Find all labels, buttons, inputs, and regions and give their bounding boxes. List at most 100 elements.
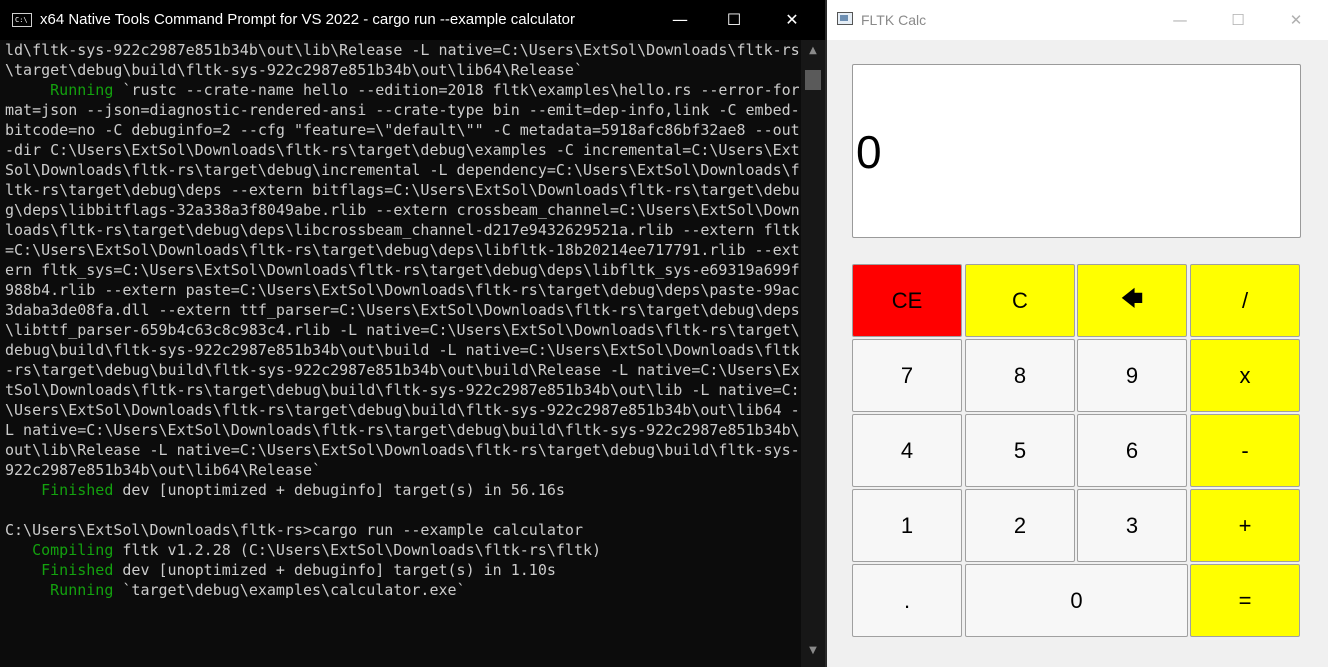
- terminal-line: ern fltk_sys=C:\Users\ExtSol\Downloads\f…: [5, 260, 799, 280]
- terminal-line: \target\debug\build\fltk-sys-922c2987e85…: [5, 60, 799, 80]
- terminal-line-text: `target\debug\examples\calculator.exe`: [113, 581, 466, 599]
- terminal-line: Running `rustc --crate-name hello --edit…: [5, 80, 799, 100]
- terminal-line: loads\fltk-rs\target\debug\deps\libcross…: [5, 220, 799, 240]
- terminal-line-text: \libttf_parser-659b4c63c8c983c4.rlib -L …: [5, 321, 799, 339]
- terminal-line-text: ern fltk_sys=C:\Users\ExtSol\Downloads\f…: [5, 261, 799, 279]
- terminal-line-text: \target\debug\build\fltk-sys-922c2987e85…: [5, 61, 583, 79]
- calc-app-icon: [837, 12, 853, 25]
- display-value: 0: [856, 126, 882, 178]
- calc-titlebar[interactable]: FLTK Calc — ☐ ✕: [827, 0, 1328, 40]
- terminal-status-word: Running: [5, 581, 114, 599]
- digit-6-button[interactable]: 6: [1077, 414, 1187, 487]
- key-label: C: [1012, 287, 1028, 313]
- terminal-line-text: L native=C:\Users\ExtSol\Downloads\fltk-…: [5, 421, 799, 439]
- key-label: 1: [900, 512, 914, 538]
- terminal-scrollbar[interactable]: ▲ ▼: [801, 40, 825, 667]
- terminal-line: \libttf_parser-659b4c63c8c983c4.rlib -L …: [5, 320, 799, 340]
- terminal-status-word: Running: [5, 81, 114, 99]
- digit-5-button[interactable]: 5: [965, 414, 1075, 487]
- key-label: 7: [900, 362, 914, 388]
- terminal-line-text: debug\build\fltk-sys-922c2987e851b34b\ou…: [5, 341, 799, 359]
- terminal-line-text: `rustc --crate-name hello --edition=2018…: [113, 81, 799, 99]
- add-button[interactable]: +: [1190, 489, 1300, 562]
- terminal-line-text: fltk v1.2.28 (C:\Users\ExtSol\Downloads\…: [113, 541, 602, 559]
- clear-button[interactable]: C: [965, 264, 1075, 337]
- terminal-status-word: Compiling: [5, 541, 114, 559]
- digit-4-button[interactable]: 4: [852, 414, 962, 487]
- digit-7-button[interactable]: 7: [852, 339, 962, 412]
- terminal-line: bitcode=no -C debuginfo=2 --cfg "feature…: [5, 120, 799, 140]
- terminal-line-text: 3daba3de08fa.dll --extern ttf_parser=C:\…: [5, 301, 799, 319]
- terminal-titlebar[interactable]: C:\ x64 Native Tools Command Prompt for …: [0, 0, 825, 40]
- key-label: /: [1241, 287, 1249, 313]
- terminal-line-text: out\lib\Release -L native=C:\Users\ExtSo…: [5, 441, 799, 459]
- backspace-button[interactable]: 🡄: [1077, 264, 1187, 337]
- terminal-line: -dir C:\Users\ExtSol\Downloads\fltk-rs\t…: [5, 140, 799, 160]
- terminal-line: debug\build\fltk-sys-922c2987e851b34b\ou…: [5, 340, 799, 360]
- calc-close-button[interactable]: ✕: [1267, 0, 1325, 40]
- calc-minimize-button[interactable]: —: [1151, 0, 1209, 40]
- terminal-line-text: mat=json --json=diagnostic-rendered-ansi…: [5, 101, 799, 119]
- digit-3-button[interactable]: 3: [1077, 489, 1187, 562]
- equals-button[interactable]: =: [1190, 564, 1300, 637]
- digit-0-button[interactable]: 0: [965, 564, 1188, 637]
- terminal-line-text: [5, 501, 14, 519]
- terminal-maximize-button[interactable]: ☐: [705, 0, 763, 40]
- terminal-line-text: dev [unoptimized + debuginfo] target(s) …: [113, 561, 556, 579]
- digit-8-button[interactable]: 8: [965, 339, 1075, 412]
- terminal-line-text: C:\Users\ExtSol\Downloads\fltk-rs>cargo …: [5, 521, 583, 539]
- key-label: 8: [1013, 362, 1027, 388]
- scroll-down-arrow-icon[interactable]: ▼: [801, 644, 825, 658]
- terminal-minimize-button[interactable]: —: [651, 0, 709, 40]
- terminal-line: -rs\target\debug\build\fltk-sys-922c2987…: [5, 360, 799, 380]
- terminal-line-text: bitcode=no -C debuginfo=2 --cfg "feature…: [5, 121, 799, 139]
- terminal-line: mat=json --json=diagnostic-rendered-ansi…: [5, 100, 799, 120]
- calc-title: FLTK Calc: [861, 12, 927, 28]
- terminal-line-text: g\deps\libbitflags-32a338a3f8049abe.rlib…: [5, 201, 799, 219]
- terminal-output[interactable]: ld\fltk-sys-922c2987e851b34b\out\lib\Rel…: [5, 40, 799, 667]
- key-label: 5: [1013, 437, 1027, 463]
- terminal-status-word: Finished: [5, 561, 114, 579]
- terminal-line-text: loads\fltk-rs\target\debug\deps\libcross…: [5, 221, 799, 239]
- terminal-line-text: ltk-rs\target\debug\deps --extern bitfla…: [5, 181, 799, 199]
- key-label: -: [1241, 437, 1249, 463]
- terminal-line-text: 988b4.rlib --extern paste=C:\Users\ExtSo…: [5, 281, 799, 299]
- ce-button[interactable]: CE: [852, 264, 962, 337]
- scrollbar-thumb[interactable]: [805, 70, 821, 90]
- terminal-line: [5, 500, 799, 520]
- digit-9-button[interactable]: 9: [1077, 339, 1187, 412]
- calc-display: 0: [852, 64, 1301, 238]
- terminal-title: x64 Native Tools Command Prompt for VS 2…: [40, 11, 575, 28]
- divide-button[interactable]: /: [1190, 264, 1300, 337]
- terminal-line: Running `target\debug\examples\calculato…: [5, 580, 799, 600]
- digit-1-button[interactable]: 1: [852, 489, 962, 562]
- calculator-window: FLTK Calc — ☐ ✕ 0 CE C 🡄 / 7 8 9 x 4 5 6 - 1 2 3 +. 0 =: [827, 0, 1328, 667]
- multiply-button[interactable]: x: [1190, 339, 1300, 412]
- terminal-line: C:\Users\ExtSol\Downloads\fltk-rs>cargo …: [5, 520, 799, 540]
- terminal-line: Compiling fltk v1.2.28 (C:\Users\ExtSol\…: [5, 540, 799, 560]
- terminal-line: 922c2987e851b34b\out\lib64\Release`: [5, 460, 799, 480]
- terminal-line: g\deps\libbitflags-32a338a3f8049abe.rlib…: [5, 200, 799, 220]
- key-label: 6: [1125, 437, 1139, 463]
- terminal-app-icon: C:\: [12, 13, 32, 27]
- calc-maximize-button[interactable]: ☐: [1209, 0, 1267, 40]
- terminal-line: out\lib\Release -L native=C:\Users\ExtSo…: [5, 440, 799, 460]
- terminal-window: C:\ x64 Native Tools Command Prompt for …: [0, 0, 826, 667]
- subtract-button[interactable]: -: [1190, 414, 1300, 487]
- decimal-button[interactable]: .: [852, 564, 962, 637]
- backspace-arrow-icon: 🡄: [1120, 285, 1144, 311]
- key-label: CE: [891, 287, 923, 313]
- terminal-line: Finished dev [unoptimized + debuginfo] t…: [5, 480, 799, 500]
- terminal-line-text: =C:\Users\ExtSol\Downloads\fltk-rs\targe…: [5, 241, 799, 259]
- terminal-close-button[interactable]: ✕: [763, 0, 821, 40]
- digit-2-button[interactable]: 2: [965, 489, 1075, 562]
- terminal-line-text: \Users\ExtSol\Downloads\fltk-rs\target\d…: [5, 401, 799, 419]
- terminal-line: tSol\Downloads\fltk-rs\target\debug\buil…: [5, 380, 799, 400]
- scroll-up-arrow-icon[interactable]: ▲: [801, 44, 825, 58]
- terminal-line: =C:\Users\ExtSol\Downloads\fltk-rs\targe…: [5, 240, 799, 260]
- terminal-line: 988b4.rlib --extern paste=C:\Users\ExtSo…: [5, 280, 799, 300]
- key-label: 2: [1013, 512, 1027, 538]
- terminal-line-text: -rs\target\debug\build\fltk-sys-922c2987…: [5, 361, 799, 379]
- terminal-line: ltk-rs\target\debug\deps --extern bitfla…: [5, 180, 799, 200]
- key-label: x: [1239, 362, 1251, 388]
